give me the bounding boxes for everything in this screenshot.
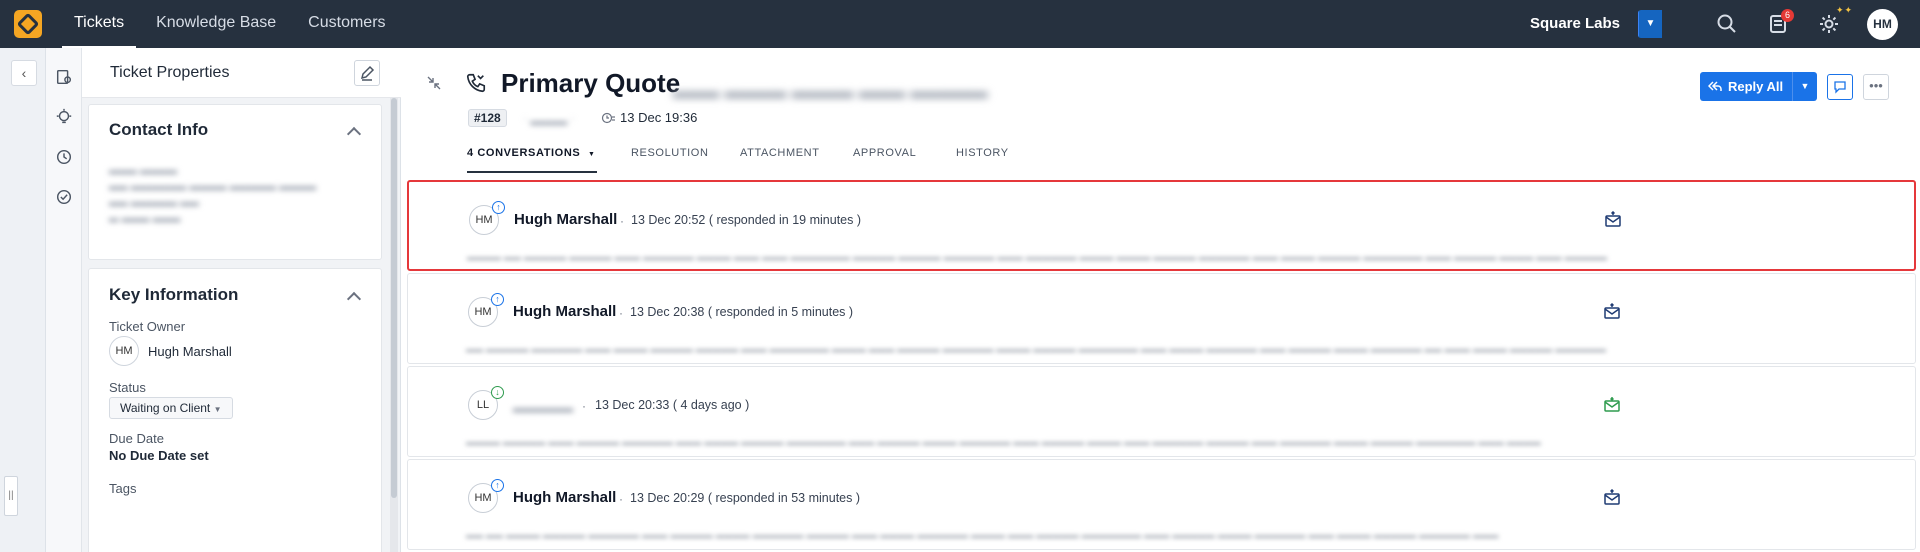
org-name[interactable]: Square Labs	[1530, 0, 1620, 48]
conversation-time: 13 Dec 20:29 ( responded in 53 minutes )	[630, 491, 860, 505]
conversation-item[interactable]: HM ↑ Hugh Marshall · 13 Dec 20:38 ( resp…	[407, 273, 1916, 364]
outgoing-arrow-icon: ↑	[491, 479, 504, 492]
conversation-item[interactable]: HM ↑ Hugh Marshall · 13 Dec 20:29 ( resp…	[407, 459, 1916, 550]
ticket-properties-panel: Ticket Properties Contact Info ▂▂▂ ▂▂▂▂ ▂…	[82, 48, 401, 552]
logo-icon[interactable]	[14, 10, 42, 38]
panel-scrollbar[interactable]	[390, 98, 398, 552]
conversation-item[interactable]: LL ↓ ▂▂▂▂▂▂ · 13 Dec 20:33 ( 4 days ago …	[407, 366, 1916, 457]
status-dropdown[interactable]: Waiting on Client ▼	[109, 397, 233, 419]
panel-header: Ticket Properties	[82, 48, 401, 98]
status-label: Status	[109, 380, 146, 395]
tab-approval[interactable]: APPROVAL	[853, 143, 916, 163]
sender-name-redacted: ▂▂▂▂▂▂	[513, 397, 573, 412]
tags-label: Tags	[109, 481, 137, 496]
collapse-panel-button[interactable]: ‹	[11, 60, 37, 86]
reply-all-label: Reply All	[1728, 79, 1784, 94]
comment-icon	[1834, 81, 1846, 94]
more-icon: •••	[1869, 78, 1883, 93]
conversation-time: 13 Dec 20:33 ( 4 days ago )	[595, 398, 750, 412]
separator: ·	[582, 399, 586, 413]
meta-redacted: · ▂▂▂▂ ·	[523, 111, 575, 125]
phone-icon	[466, 73, 486, 93]
edit-button[interactable]	[354, 60, 380, 86]
conversation-item[interactable]: HM ↑ Hugh Marshall · 13 Dec 20:52 ( resp…	[407, 180, 1916, 271]
tab-customers[interactable]: Customers	[296, 0, 397, 48]
sender-name[interactable]: Hugh Marshall	[514, 211, 617, 228]
message-snippet-redacted: ▂▂ ▂▂ ▂▂▂▂ ▂▂▂▂▂ ▂▂▂▂▂▂ ▂▂▂ ▂▂▂▂▂ ▂▂▂▂ ▂…	[466, 527, 1499, 538]
chevron-down-icon: ▼	[213, 405, 222, 414]
mail-icon[interactable]	[1604, 210, 1622, 229]
chevron-down-icon[interactable]: ▼	[1638, 10, 1662, 38]
top-nav: Tickets Knowledge Base Customers	[62, 0, 406, 48]
edit-icon	[360, 65, 375, 81]
tab-conversations[interactable]: 4 CONVERSATIONS ▼	[467, 143, 597, 173]
mail-icon[interactable]	[1603, 302, 1621, 321]
property-rail	[46, 48, 82, 552]
collapse-arrows-icon[interactable]	[427, 76, 441, 90]
user-avatar[interactable]: HM	[1867, 9, 1898, 40]
add-button[interactable]: + ▼	[1638, 10, 1694, 38]
contact-details-redacted: ▂▂▂ ▂▂▂▂ ▂▂ ▂▂▂▂▂▂ ▂▂▂▂ ▂▂▂▂▂ ▂▂▂▂ ▂▂ ▂▂▂▂…	[109, 160, 317, 222]
key-information-title: Key Information	[109, 285, 239, 304]
sender-name[interactable]: Hugh Marshall	[513, 303, 616, 320]
conversation-time: 13 Dec 20:52 ( responded in 19 minutes )	[631, 213, 861, 227]
key-information-card: Key Information Ticket Owner HM Hugh Mar…	[88, 268, 382, 552]
ticket-owner-name[interactable]: Hugh Marshall	[148, 344, 232, 359]
search-icon[interactable]	[1715, 12, 1739, 36]
chevron-down-icon: ▼	[587, 151, 596, 158]
sender-name[interactable]: Hugh Marshall	[513, 489, 616, 506]
notification-badge: 6	[1781, 9, 1794, 22]
contact-info-card: Contact Info ▂▂▂ ▂▂▂▂ ▂▂ ▂▂▂▂▂▂ ▂▂▂▂ ▂▂▂▂…	[88, 104, 382, 260]
ticket-owner-label: Ticket Owner	[109, 319, 186, 334]
status-value: Waiting on Client	[120, 401, 211, 415]
tab-history[interactable]: HISTORY	[956, 143, 1009, 163]
chevron-up-icon[interactable]	[346, 291, 362, 307]
tab-resolution[interactable]: RESOLUTION	[631, 143, 709, 163]
separator: ·	[620, 214, 624, 228]
chevron-down-icon[interactable]: ▼	[1792, 72, 1817, 101]
panel-title: Ticket Properties	[110, 64, 230, 81]
sparkle-icon: ✦✦	[1836, 5, 1854, 15]
history-icon[interactable]	[55, 148, 73, 166]
owner-avatar: HM	[109, 336, 139, 366]
mail-icon[interactable]	[1603, 488, 1621, 507]
tab-knowledge-base[interactable]: Knowledge Base	[144, 0, 288, 48]
conversation-list: HM ↑ Hugh Marshall · 13 Dec 20:52 ( resp…	[407, 180, 1916, 552]
mail-icon[interactable]	[1603, 396, 1621, 414]
scrollbar-thumb[interactable]	[391, 98, 397, 498]
ticket-subject: Primary Quote	[501, 68, 681, 98]
incoming-arrow-icon: ↓	[491, 386, 504, 399]
conversation-time: 13 Dec 20:38 ( responded in 5 minutes )	[630, 305, 854, 319]
outgoing-arrow-icon: ↑	[492, 201, 505, 214]
due-date-label: Due Date	[109, 431, 164, 446]
tab-tickets[interactable]: Tickets	[62, 0, 137, 48]
bulb-icon[interactable]	[55, 108, 73, 126]
separator: ·	[619, 492, 623, 506]
check-circle-icon[interactable]	[55, 188, 73, 206]
outgoing-arrow-icon: ↑	[491, 293, 504, 306]
subject-redacted: ▂▂▂ ▂▂▂▂ ▂▂▂▂ ▂▂▂ ▂▂▂▂▂	[673, 76, 988, 98]
reply-all-button[interactable]: Reply All ▼	[1700, 72, 1817, 101]
reply-all-main[interactable]: Reply All	[1700, 72, 1792, 101]
clock-icon	[601, 112, 615, 124]
contact-info-title: Contact Info	[109, 120, 209, 139]
resize-handle[interactable]: ||	[4, 476, 18, 516]
ticket-id: #128	[468, 109, 507, 127]
tab-attachment[interactable]: ATTACHMENT	[740, 143, 820, 163]
separator: ·	[619, 306, 623, 320]
more-options-button[interactable]: •••	[1863, 74, 1889, 100]
message-snippet-redacted: ▂▂▂▂ ▂▂▂▂▂ ▂▂▂ ▂▂▂▂▂ ▂▂▂▂▂▂ ▂▂▂ ▂▂▂▂ ▂▂▂…	[466, 434, 1541, 445]
ticket-main: Primary Quote ▂▂▂ ▂▂▂▂ ▂▂▂▂ ▂▂▂ ▂▂▂▂▂ #1…	[401, 48, 1920, 552]
due-date-value[interactable]: No Due Date set	[109, 448, 209, 463]
comment-button[interactable]	[1827, 74, 1853, 100]
message-snippet-redacted: ▂▂▂▂ ▂▂ ▂▂▂▂▂ ▂▂▂▂▂ ▂▂▂ ▂▂▂▂▂▂ ▂▂▂▂ ▂▂▂ …	[467, 249, 1607, 260]
chevron-up-icon[interactable]	[346, 126, 362, 142]
ticket-properties-icon[interactable]	[55, 68, 73, 86]
top-bar: Tickets Knowledge Base Customers Square …	[0, 0, 1920, 48]
created-time: 13 Dec 19:36	[620, 110, 698, 125]
message-snippet-redacted: ▂▂ ▂▂▂▂▂ ▂▂▂▂▂▂ ▂▂▂ ▂▂▂▂ ▂▂▂▂▂ ▂▂▂▂▂ ▂▂▂…	[466, 341, 1606, 352]
reply-all-icon	[1708, 81, 1722, 91]
